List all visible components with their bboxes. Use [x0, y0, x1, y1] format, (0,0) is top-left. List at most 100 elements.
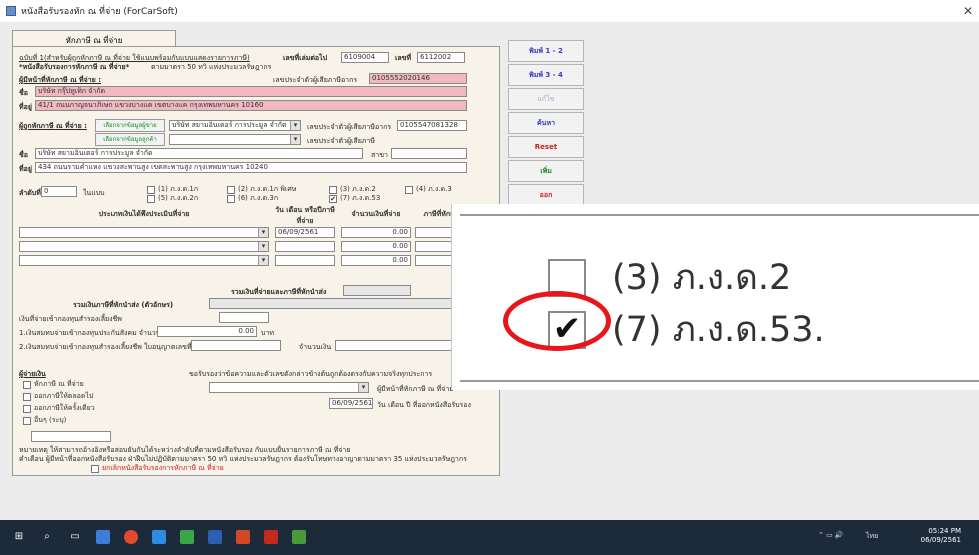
powerpoint-icon[interactable]: [236, 530, 250, 544]
signer-combo[interactable]: [209, 382, 369, 393]
fund2-amount-field[interactable]: 0.0: [335, 340, 467, 351]
taskbar: ⊞ ⌕ ▭ ⌃ ▭ 🔊 ไทย 05:24 PM 06/09/2561: [0, 520, 979, 555]
checkbox-box[interactable]: [405, 185, 413, 194]
checkbox-box[interactable]: [23, 392, 31, 401]
checkbox-box[interactable]: [23, 416, 31, 425]
withholding-form: ฉบับที่ 1(สำหรับผู้ถูกหักภาษี ณ ที่จ่าย …: [12, 46, 500, 476]
pdf-icon[interactable]: [264, 530, 278, 544]
fund1-field[interactable]: 0.00: [157, 326, 257, 337]
branch-label: สาขา: [371, 151, 388, 159]
fund2-amount-label: จำนวนเงิน: [299, 343, 332, 351]
payer-type-checkbox[interactable]: ออกภาษีให้ตลอดไป: [23, 391, 93, 402]
app-icon-taskbar[interactable]: [292, 530, 306, 544]
payee-combo-2[interactable]: [169, 134, 301, 145]
amount-field[interactable]: 0.00: [341, 255, 411, 266]
payer-type-label: หักภาษี ณ ที่จ่าย: [34, 380, 84, 388]
total-text-field: [209, 298, 467, 309]
tray-icons[interactable]: ⌃ ▭ 🔊: [818, 531, 844, 539]
form-type-checkbox[interactable]: ✔ (7) ภ.ง.ด.53: [329, 193, 380, 204]
payer-type-checkbox[interactable]: อื่นๆ (ระบุ): [23, 415, 66, 426]
amount-field[interactable]: 0.00: [341, 227, 411, 238]
payer-type-checkbox[interactable]: หักภาษี ณ ที่จ่าย: [23, 379, 84, 390]
reset-button[interactable]: Reset: [508, 136, 584, 158]
excel-icon[interactable]: [180, 530, 194, 544]
add-button[interactable]: เพิ่ม: [508, 160, 584, 182]
edge-icon[interactable]: [152, 530, 166, 544]
note-2: คำเตือน ผู้มีหน้าที่ออกหนังสือรับรอง ฝ่า…: [19, 455, 467, 463]
income-type-combo[interactable]: [19, 227, 269, 238]
payee-address-field[interactable]: 434 ถนนรามคำแหง แขวงสะพานสูง เขตสะพานสูง…: [35, 162, 467, 173]
payer-name-label: ชื่อ: [19, 89, 28, 97]
language-indicator[interactable]: ไทย: [866, 531, 878, 542]
signer-label: ผู้มีหน้าที่หักภาษี ณ ที่จ่าย: [377, 385, 454, 393]
book-no-label: เลขที่เล่มต่อไป: [283, 54, 328, 62]
zoom-divider-bottom: [460, 380, 979, 382]
payer-taxid-field[interactable]: 0105552020146: [369, 73, 467, 84]
income-type-combo[interactable]: [19, 241, 269, 252]
form-type-checkbox[interactable]: (5) ภ.ง.ด.2ก: [147, 193, 198, 204]
pick-vendor-button[interactable]: เลือกจากข้อมูลผู้ขาย: [95, 119, 165, 132]
payee-section-label: ผู้ถูกหักภาษี ณ ที่จ่าย :: [19, 122, 87, 130]
col-income-type: ประเภทเงินได้พึงประเมินที่จ่าย: [19, 209, 269, 220]
chrome-icon[interactable]: [124, 530, 138, 544]
payee-name-label: ชื่อ: [19, 151, 28, 159]
book-no-field[interactable]: 6109004: [341, 52, 389, 63]
income-type-combo[interactable]: [19, 255, 269, 266]
print-1-2-button[interactable]: พิมพ์ 1 - 2: [508, 40, 584, 62]
no-label: เลขที่: [395, 54, 412, 62]
clock-date: 06/09/2561: [920, 536, 961, 544]
payer-name-field[interactable]: บริษัท กรุ๊ปทูเท็ก จำกัด: [35, 86, 467, 97]
cancel-cert-checkbox[interactable]: ยกเลิกหนังสือรับรองการหักภาษี ณ ที่จ่าย: [91, 463, 224, 474]
form-type-checkbox[interactable]: (4) ภ.ง.ด.3: [405, 184, 452, 195]
form-type-label: (5) ภ.ง.ด.2ก: [158, 194, 199, 202]
search-icon[interactable]: ⌕: [40, 530, 54, 544]
fund1-label: 1.เงินสมทบจ่ายเข้ากองทุนประกันสังคม จำนว…: [19, 329, 161, 337]
exit-button[interactable]: ออก: [508, 184, 584, 206]
payer-type-checkbox[interactable]: ออกภาษีให้ครั้งเดียว: [23, 403, 95, 414]
checkbox-box[interactable]: [23, 404, 31, 413]
search-button[interactable]: ค้นหา: [508, 112, 584, 134]
edit-button[interactable]: แก้ไข: [508, 88, 584, 110]
pick-customer-button[interactable]: เลือกจากข้อมูลลูกค้า: [95, 133, 165, 146]
payer-type-label: ออกภาษีให้ครั้งเดียว: [34, 404, 95, 412]
total-amount-field: [343, 285, 411, 296]
amount-field[interactable]: 0.00: [341, 241, 411, 252]
print-3-4-button[interactable]: พิมพ์ 3 - 4: [508, 64, 584, 86]
word-icon[interactable]: [208, 530, 222, 544]
start-icon[interactable]: ⊞: [12, 530, 26, 544]
cancel-cert-box[interactable]: [91, 464, 99, 473]
clock[interactable]: 05:24 PM 06/09/2561: [921, 527, 961, 545]
branch-field[interactable]: [391, 148, 467, 159]
certify-text: ขอรับรองว่าข้อความและตัวเลขดังกล่าวข้างต…: [189, 370, 433, 378]
close-icon[interactable]: ✕: [963, 4, 973, 18]
fund-field[interactable]: [219, 312, 269, 323]
file-explorer-icon[interactable]: [96, 530, 110, 544]
checkbox-box[interactable]: [227, 194, 235, 203]
form-type-label: (4) ภ.ง.ด.3: [416, 185, 452, 193]
seq-suffix: ในแบบ: [83, 189, 105, 197]
form-type-checkbox[interactable]: (6) ภ.ง.ด.3ก: [227, 193, 278, 204]
total-text-label: รวมเงินภาษีที่หักนำส่ง (ตัวอักษร): [73, 301, 174, 309]
task-view-icon[interactable]: ▭: [68, 530, 82, 544]
payee-combo[interactable]: บริษัท สยามอินเตอร์ การประมูล จำกัด: [169, 120, 301, 131]
payer-address-field[interactable]: 41/1 ถนนกาญจนาภิเษก แขวงบางแค เขตบางแค ก…: [35, 100, 467, 111]
payee-name-field[interactable]: บริษัท สยามอินเตอร์ การประมูล จำกัด: [35, 148, 363, 159]
pay-date-field[interactable]: [275, 241, 335, 252]
check-icon[interactable]: ✔: [329, 194, 337, 203]
payee-idcard-label: เลขประจำตัวผู้เสียภาษี: [307, 137, 375, 145]
no-field[interactable]: 6112002: [417, 52, 465, 63]
payer-type-label: อื่นๆ (ระบุ): [34, 416, 67, 424]
checkbox-box[interactable]: [147, 194, 155, 203]
title-bar: หนังสือรับรองหัก ณ ที่จ่าย (ForCarSoft) …: [0, 0, 979, 22]
checkbox-box[interactable]: [23, 380, 31, 389]
payee-taxid-field[interactable]: 0105547081328: [397, 120, 467, 131]
seq-field[interactable]: 0: [41, 186, 77, 197]
sign-date-field[interactable]: 06/09/2561: [329, 398, 373, 409]
pay-date-field[interactable]: 06/09/2561: [275, 227, 335, 238]
form-type-label: (7) ภ.ง.ด.53: [340, 194, 381, 202]
highlight-oval: [503, 291, 611, 351]
fund2-license-field[interactable]: [191, 340, 281, 351]
pay-date-field[interactable]: [275, 255, 335, 266]
sign-date-label: วัน เดือน ปี ที่ออกหนังสือรับรอง: [377, 401, 471, 409]
other-payer-field[interactable]: [31, 431, 111, 442]
